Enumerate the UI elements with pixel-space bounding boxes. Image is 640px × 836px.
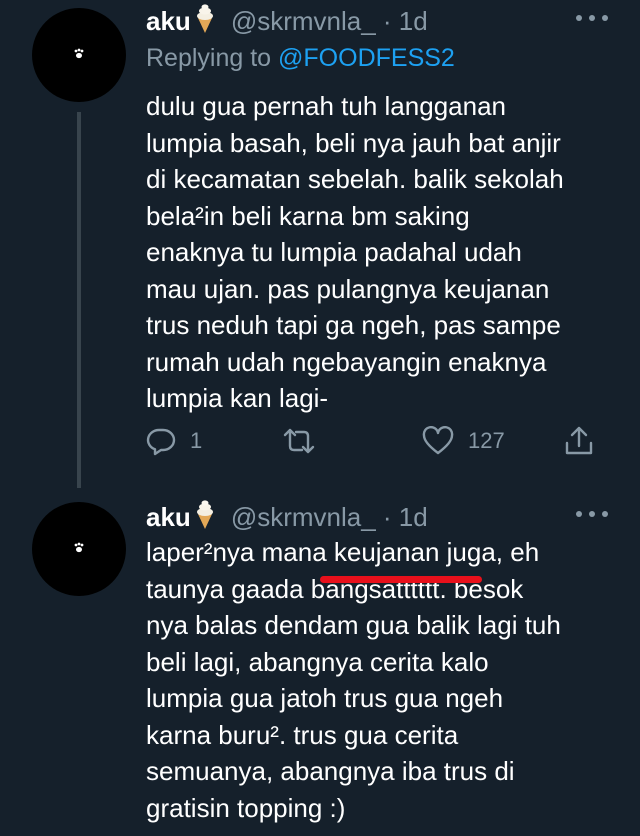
paw-icon (74, 542, 84, 553)
thread-line (77, 112, 81, 488)
like-button[interactable]: 127 (422, 424, 505, 458)
soft-ice-cream-icon (196, 500, 213, 529)
user-handle[interactable]: @skrmvnla_ (231, 502, 376, 532)
tweet-time: · 1d (382, 6, 428, 36)
heart-icon (422, 426, 454, 455)
tweet-line: karna buru². trus gua cerita (146, 719, 459, 750)
tweet-line: beli lagi, abangnya cerita kalo (146, 646, 489, 677)
share-icon (565, 426, 593, 455)
reply-button[interactable]: 1 (146, 424, 202, 458)
tweet-line: dulu gua pernah tuh langganan (146, 91, 506, 121)
avatar[interactable] (32, 8, 126, 102)
paw-icon (74, 48, 84, 59)
user-handle[interactable]: @skrmvnla_ (231, 6, 376, 36)
retweet-icon (283, 428, 315, 454)
tweet-line: nya balas dendam gua balik lagi tuh (146, 610, 561, 640)
more-dots-icon[interactable] (575, 12, 609, 24)
tweet-header: aku @skrmvnla_ · 1d (146, 500, 428, 533)
tweet-time: · 1d (382, 502, 428, 532)
tweet-text: dulu gua pernah tuh langganan lumpia bas… (146, 88, 616, 417)
tweet-1[interactable]: aku @skrmvnla_ · 1d Replying to @FOODFES… (0, 0, 640, 488)
soft-ice-cream-icon (196, 4, 213, 33)
tweet-actions: 1 127 (146, 424, 606, 458)
tweet-line: lumpia kan lagi- (146, 383, 329, 413)
tweet-line: rumah udah ngebayangin enaknya (146, 346, 547, 377)
share-button[interactable] (564, 424, 594, 458)
tweet-2[interactable]: aku @skrmvnla_ · 1d laper²nya mana keuja… (0, 490, 640, 836)
retweet-button[interactable] (282, 424, 330, 458)
replying-to: Replying to @FOODFESS2 (146, 44, 455, 73)
tweet-line: di kecamatan sebelah. balik sekolah (146, 164, 564, 194)
display-name[interactable]: aku (146, 6, 191, 36)
tweet-line: gratisin topping :) (146, 792, 346, 823)
tweet-line: bela²in beli karna bm saking (146, 200, 470, 231)
tweet-header: aku @skrmvnla_ · 1d (146, 4, 428, 37)
replying-to-handle-link[interactable]: @FOODFESS2 (278, 44, 455, 72)
tweet-line: lumpia gua jatoh trus gua ngeh (146, 683, 504, 713)
more-dots-icon[interactable] (575, 508, 609, 520)
tweet-line: laper²nya mana keujanan juga, eh (146, 537, 540, 567)
tweet-line: enaknya tu lumpia padahal udah (146, 237, 522, 267)
avatar[interactable] (32, 502, 126, 596)
tweet-line: trus neduh tapi ga ngeh, pas sampe (146, 310, 561, 340)
like-count: 127 (468, 428, 505, 453)
reply-icon (146, 428, 176, 456)
tweet-line: lumpia basah, beli nya jauh bat anjir (146, 127, 561, 158)
replying-to-label: Replying to (146, 44, 279, 72)
display-name[interactable]: aku (146, 502, 191, 532)
tweet-line: semuanya, abangnya iba trus di (146, 756, 515, 786)
reply-count: 1 (190, 428, 203, 453)
redaction-scribble (320, 576, 482, 583)
tweet-line: mau ujan. pas pulangnya keujanan (146, 273, 550, 304)
